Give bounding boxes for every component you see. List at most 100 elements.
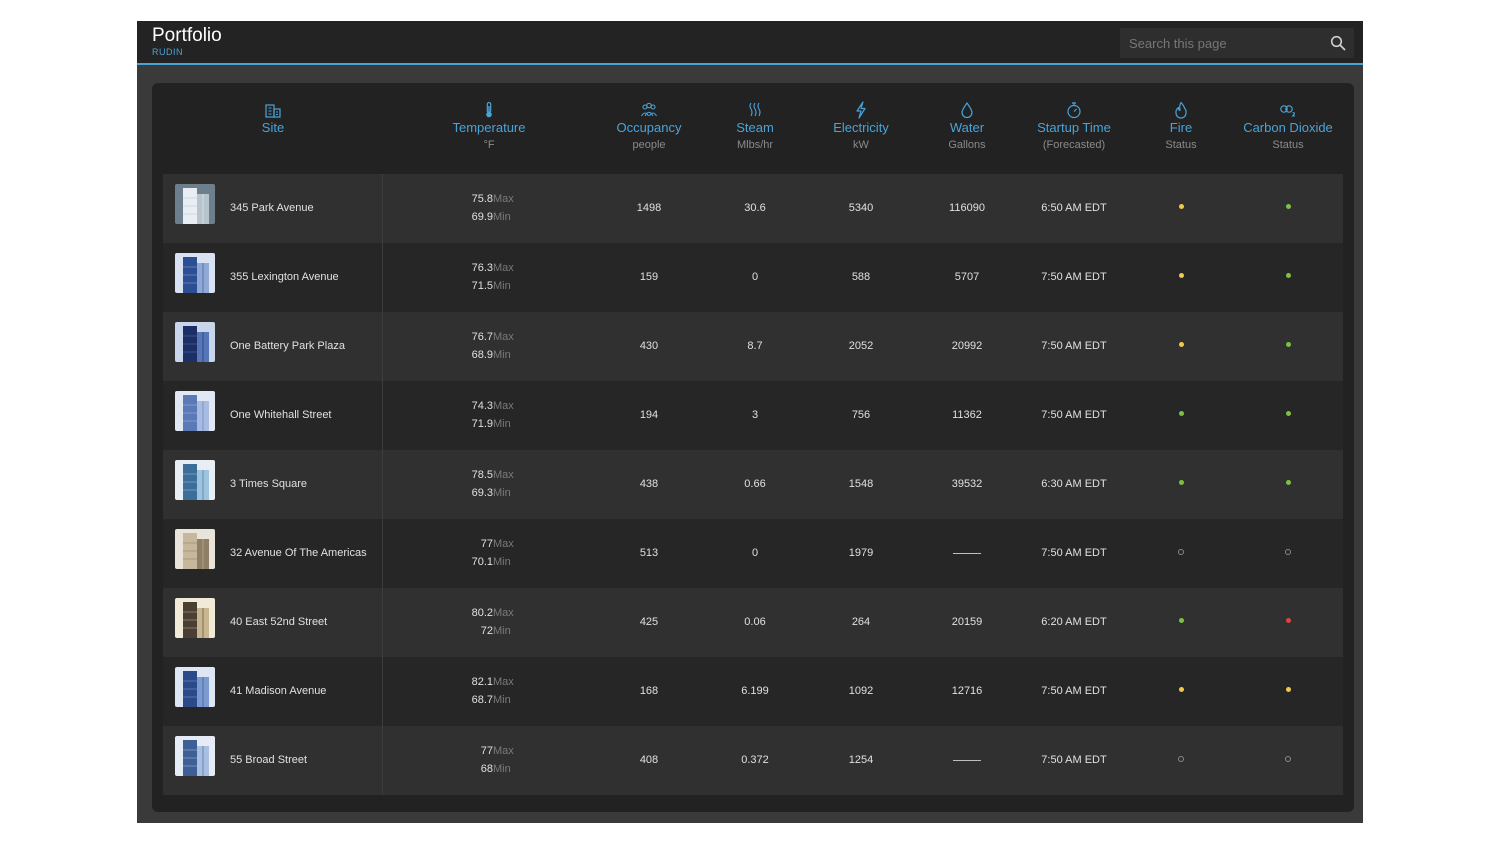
temperature-min-value: 71.9 <box>471 418 493 430</box>
temperature-min: 72Min <box>449 625 539 637</box>
temperature-max-label: Max <box>493 262 514 274</box>
table-row[interactable]: 32 Avenue Of The Americas 77Max 70.1Min 513… <box>163 519 1343 588</box>
temperature-min-label: Min <box>493 556 511 568</box>
startup-value: 7:50 AM EDT <box>1041 754 1107 766</box>
fire-status-indicator <box>1178 342 1184 347</box>
table-row[interactable]: 40 East 52nd Street 80.2Max 72Min 425 0.06 26… <box>163 588 1343 657</box>
temperature-min-label: Min <box>493 487 511 499</box>
temperature-max-label: Max <box>493 193 514 205</box>
table-row[interactable]: 355 Lexington Avenue 76.3Max 71.5Min 159 0 58… <box>163 243 1343 312</box>
temperature-min-value: 68 <box>480 763 493 775</box>
temperature-min-label: Min <box>493 211 511 223</box>
building-thumbnail[interactable] <box>175 391 215 431</box>
temperature-max-label: Max <box>493 469 514 481</box>
temperature-min-label: Min <box>493 694 511 706</box>
temperature-max: 76.7Max <box>449 331 539 343</box>
building-icon <box>265 104 281 118</box>
temperature-min-value: 68.9 <box>471 349 493 361</box>
temperature-min-value: 69.9 <box>471 211 493 223</box>
startup-value: 7:50 AM EDT <box>1041 547 1107 559</box>
lightning-icon <box>856 101 866 119</box>
column-header-temperature[interactable]: Temperature °F <box>419 101 559 151</box>
search-icon[interactable] <box>1330 35 1346 51</box>
no-data-dash <box>953 759 981 761</box>
table-row[interactable]: 345 Park Avenue 75.8Max 69.9Min 1498 30.6 534… <box>163 174 1343 243</box>
temperature-max: 78.5Max <box>449 469 539 481</box>
temperature-min: 69.9Min <box>449 211 539 223</box>
fire-status-indicator <box>1178 618 1184 623</box>
startup-value: 6:20 AM EDT <box>1041 616 1107 628</box>
site-name[interactable]: 40 East 52nd Street <box>230 588 327 657</box>
site-name[interactable]: 41 Madison Avenue <box>230 657 326 726</box>
table-row[interactable]: One Whitehall Street 74.3Max 71.9Min 194 3 75… <box>163 381 1343 450</box>
site-name[interactable]: One Whitehall Street <box>230 381 332 450</box>
site-name[interactable]: One Battery Park Plaza <box>230 312 345 381</box>
startup-value: 6:50 AM EDT <box>1041 202 1107 214</box>
building-thumbnail[interactable] <box>175 667 215 707</box>
portfolio-table: Site Temperature °F Occupancy people Ste… <box>152 83 1354 812</box>
temperature-max-label: Max <box>493 331 514 343</box>
co2-status-indicator <box>1285 480 1291 485</box>
column-divider <box>382 174 383 243</box>
portfolio-app: Portfolio RUDIN Site <box>137 21 1363 823</box>
temperature-min-label: Min <box>493 625 511 637</box>
column-header-carbon-dioxide[interactable]: Carbon Dioxide Status <box>1218 101 1358 151</box>
temperature-min-value: 70.1 <box>471 556 493 568</box>
water-drop-icon <box>961 101 973 119</box>
search-box[interactable] <box>1120 28 1354 58</box>
temperature-min-label: Min <box>493 763 511 775</box>
temperature-min: 68Min <box>449 763 539 775</box>
temperature-min-value: 68.7 <box>471 694 493 706</box>
stopwatch-icon <box>1067 102 1081 119</box>
site-name[interactable]: 32 Avenue Of The Americas <box>230 519 367 588</box>
startup-value: 6:30 AM EDT <box>1041 478 1107 490</box>
site-name[interactable]: 55 Broad Street <box>230 726 307 795</box>
building-thumbnail[interactable] <box>175 253 215 293</box>
startup-value: 7:50 AM EDT <box>1041 685 1107 697</box>
temperature-max-value: 77 <box>480 745 493 757</box>
temperature-min: 68.9Min <box>449 349 539 361</box>
temperature-max-value: 76.3 <box>471 262 493 274</box>
temperature-min: 70.1Min <box>449 556 539 568</box>
page-title: Portfolio <box>152 25 222 46</box>
fire-status-indicator <box>1178 204 1184 209</box>
table-row[interactable]: 55 Broad Street 77Max 68Min 408 0.372 1254 7:5… <box>163 726 1343 795</box>
temperature-min: 68.7Min <box>449 694 539 706</box>
temperature-max: 80.2Max <box>449 607 539 619</box>
column-label: Site <box>261 120 285 135</box>
site-name[interactable]: 3 Times Square <box>230 450 307 519</box>
temperature-min-value: 72 <box>480 625 493 637</box>
column-divider <box>382 588 383 657</box>
fire-status-indicator <box>1178 549 1184 555</box>
building-thumbnail[interactable] <box>175 736 215 776</box>
site-name[interactable]: 355 Lexington Avenue <box>230 243 339 312</box>
building-thumbnail[interactable] <box>175 460 215 500</box>
column-divider <box>382 450 383 519</box>
temperature-min: 71.5Min <box>449 280 539 292</box>
column-divider <box>382 519 383 588</box>
co2-status-indicator <box>1285 204 1291 209</box>
temperature-max: 77Max <box>449 538 539 550</box>
search-input[interactable] <box>1120 28 1320 58</box>
table-row[interactable]: 41 Madison Avenue 82.1Max 68.7Min 168 6.199 1… <box>163 657 1343 726</box>
table-row[interactable]: One Battery Park Plaza 76.7Max 68.9Min 430 8… <box>163 312 1343 381</box>
column-header-site[interactable]: Site <box>203 101 343 135</box>
temperature-max-value: 80.2 <box>471 607 493 619</box>
co2-status-indicator <box>1285 273 1291 278</box>
site-name[interactable]: 345 Park Avenue <box>230 174 314 243</box>
column-unit: °F <box>483 139 495 151</box>
table-row[interactable]: 3 Times Square 78.5Max 69.3Min 438 0.66 1548 3… <box>163 450 1343 519</box>
building-thumbnail[interactable] <box>175 598 215 638</box>
building-thumbnail[interactable] <box>175 322 215 362</box>
temperature-max: 75.8Max <box>449 193 539 205</box>
column-unit: Status <box>1272 139 1304 151</box>
startup-value: 7:50 AM EDT <box>1041 340 1107 352</box>
temperature-min: 69.3Min <box>449 487 539 499</box>
building-thumbnail[interactable] <box>175 529 215 569</box>
building-thumbnail[interactable] <box>175 184 215 224</box>
co2-status-indicator <box>1285 687 1291 692</box>
temperature-max-value: 74.3 <box>471 400 493 412</box>
fire-status-indicator <box>1178 411 1184 416</box>
temperature-max: 82.1Max <box>449 676 539 688</box>
fire-status-indicator <box>1178 756 1184 762</box>
